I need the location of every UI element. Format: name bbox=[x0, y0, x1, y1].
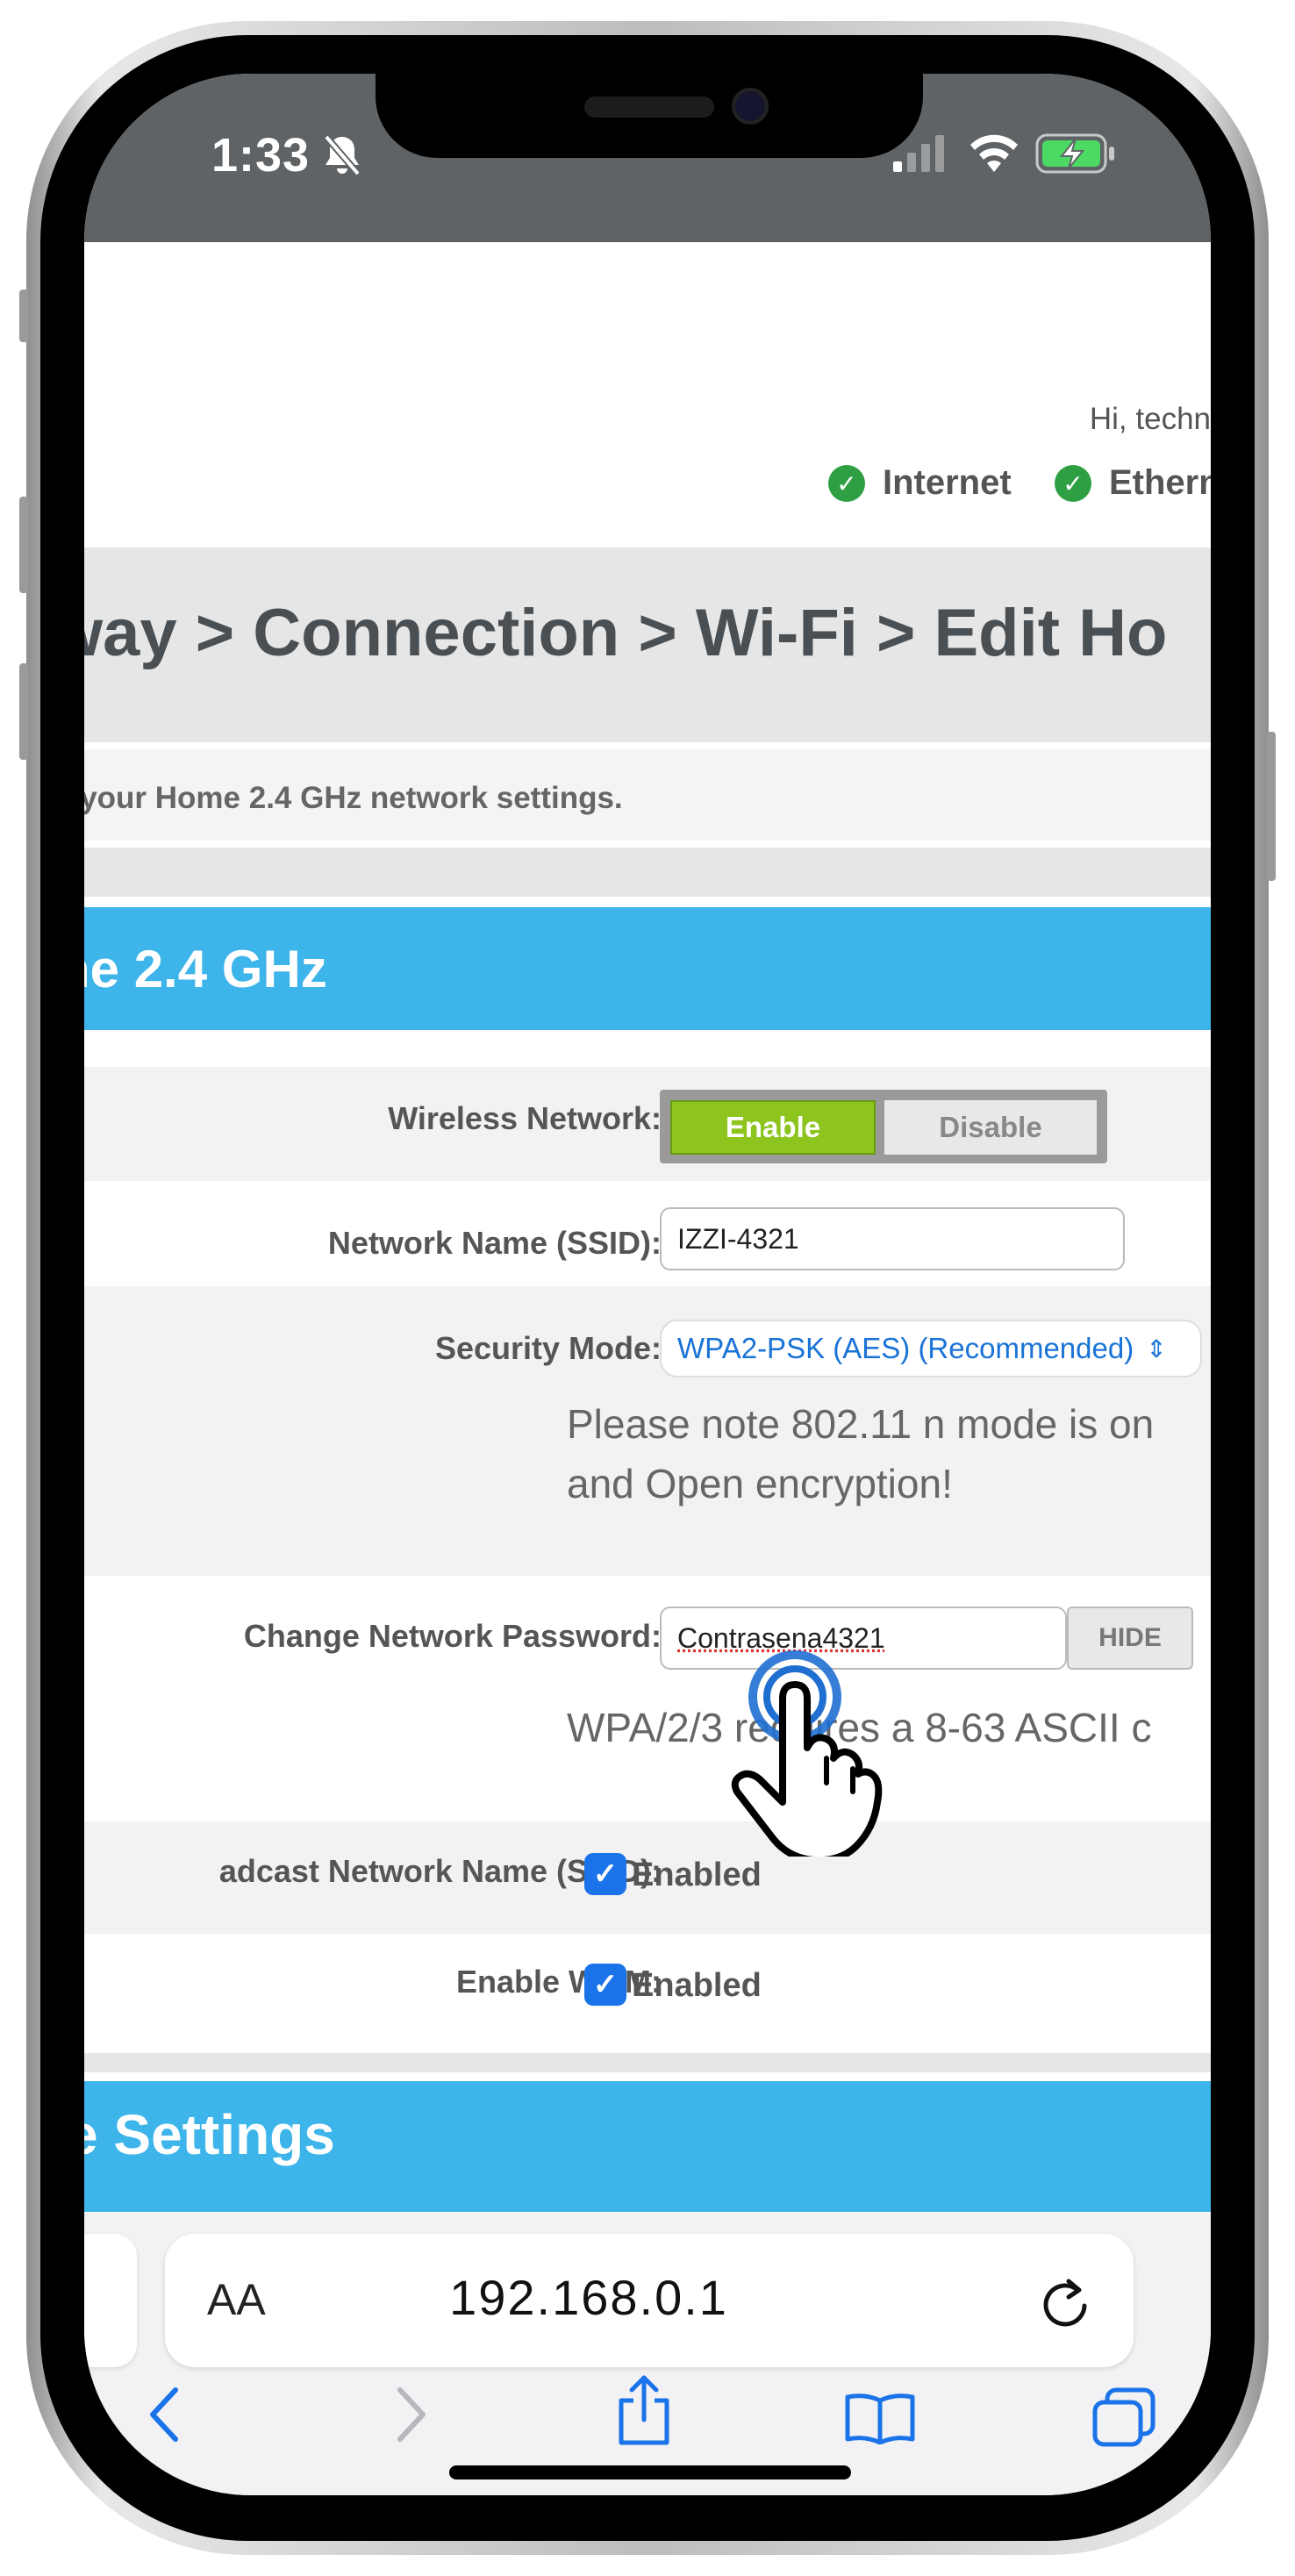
bell-slash-icon bbox=[321, 133, 363, 182]
wifi-icon bbox=[969, 133, 1020, 178]
chevron-updown-icon: ⇕ bbox=[1146, 1335, 1167, 1363]
volume-up-button bbox=[19, 497, 28, 593]
disable-button[interactable]: Disable bbox=[884, 1100, 1097, 1155]
user-greeting: Hi, techn bbox=[1089, 402, 1211, 436]
change-password-label: Change Network Password: bbox=[243, 1618, 662, 1654]
back-icon[interactable] bbox=[147, 2386, 182, 2447]
security-note-line2: and Open encryption! bbox=[567, 1461, 953, 1506]
notch bbox=[376, 74, 923, 158]
previous-tab-preview[interactable] bbox=[84, 2234, 137, 2367]
volume-down-button bbox=[19, 663, 28, 760]
wmm-checkbox[interactable]: ✓ bbox=[584, 1964, 626, 2006]
breadcrumb: way > Connection > Wi-Fi > Edit Ho bbox=[84, 596, 1168, 670]
wmm-enabled-label: Enabled bbox=[632, 1967, 762, 2004]
speaker-grille bbox=[584, 97, 714, 118]
url-text[interactable]: 192.168.0.1 bbox=[347, 2269, 830, 2326]
ssid-label: Network Name (SSID): bbox=[327, 1225, 662, 1261]
security-mode-select[interactable]: WPA2-PSK (AES) (Recommended) ⇕ bbox=[660, 1320, 1202, 1377]
check-circle-icon: ✓ bbox=[1055, 465, 1091, 502]
check-circle-icon: ✓ bbox=[828, 465, 865, 502]
status-time: 1:33 bbox=[211, 129, 311, 182]
battery-charging-icon bbox=[1035, 133, 1116, 178]
hide-password-button[interactable]: HIDE bbox=[1067, 1606, 1193, 1670]
front-camera bbox=[732, 88, 769, 125]
section-separator bbox=[84, 848, 1211, 897]
screen: 1:33 Hi, techn ✓ Internet ✓ Ethern way >… bbox=[84, 74, 1211, 2495]
web-page: Hi, techn ✓ Internet ✓ Ethern way > Conn… bbox=[84, 242, 1211, 2212]
security-note-line1: Please note 802.11 n mode is on bbox=[567, 1401, 1155, 1447]
wireless-network-label: Wireless Network: bbox=[388, 1100, 662, 1136]
bookmarks-icon[interactable] bbox=[844, 2392, 916, 2449]
text-size-label: AA bbox=[207, 2275, 266, 2324]
share-icon[interactable] bbox=[614, 2374, 674, 2451]
reload-icon[interactable] bbox=[1042, 2278, 1090, 2333]
section-separator-2 bbox=[84, 2053, 1211, 2072]
silent-switch bbox=[19, 290, 28, 342]
internet-status: Internet bbox=[883, 463, 1012, 502]
signal-icon bbox=[893, 135, 948, 176]
text-size-button[interactable]: AA bbox=[207, 2274, 266, 2325]
section-title: ne 2.4 GHz bbox=[84, 940, 327, 998]
broadcast-checkbox[interactable]: ✓ bbox=[584, 1853, 626, 1895]
home-indicator bbox=[449, 2465, 851, 2479]
security-mode-value: WPA2-PSK (AES) (Recommended) bbox=[677, 1332, 1134, 1364]
power-button bbox=[1267, 732, 1276, 881]
tabs-icon[interactable] bbox=[1091, 2386, 1156, 2452]
ssid-input[interactable]: IZZI-4321 bbox=[660, 1207, 1125, 1270]
wmm-label: Enable WMM: bbox=[456, 1964, 662, 2000]
ethernet-status: Ethern bbox=[1109, 463, 1211, 502]
enable-button[interactable]: Enable bbox=[670, 1100, 876, 1155]
broadcast-enabled-label: Enabled bbox=[632, 1857, 762, 1893]
tap-hand-icon bbox=[725, 1646, 900, 1864]
forward-icon[interactable] bbox=[393, 2386, 428, 2447]
security-mode-label: Security Mode: bbox=[434, 1330, 662, 1366]
page-description: e your Home 2.4 GHz network settings. bbox=[84, 781, 623, 815]
section2-title: e Settings bbox=[84, 2103, 335, 2166]
